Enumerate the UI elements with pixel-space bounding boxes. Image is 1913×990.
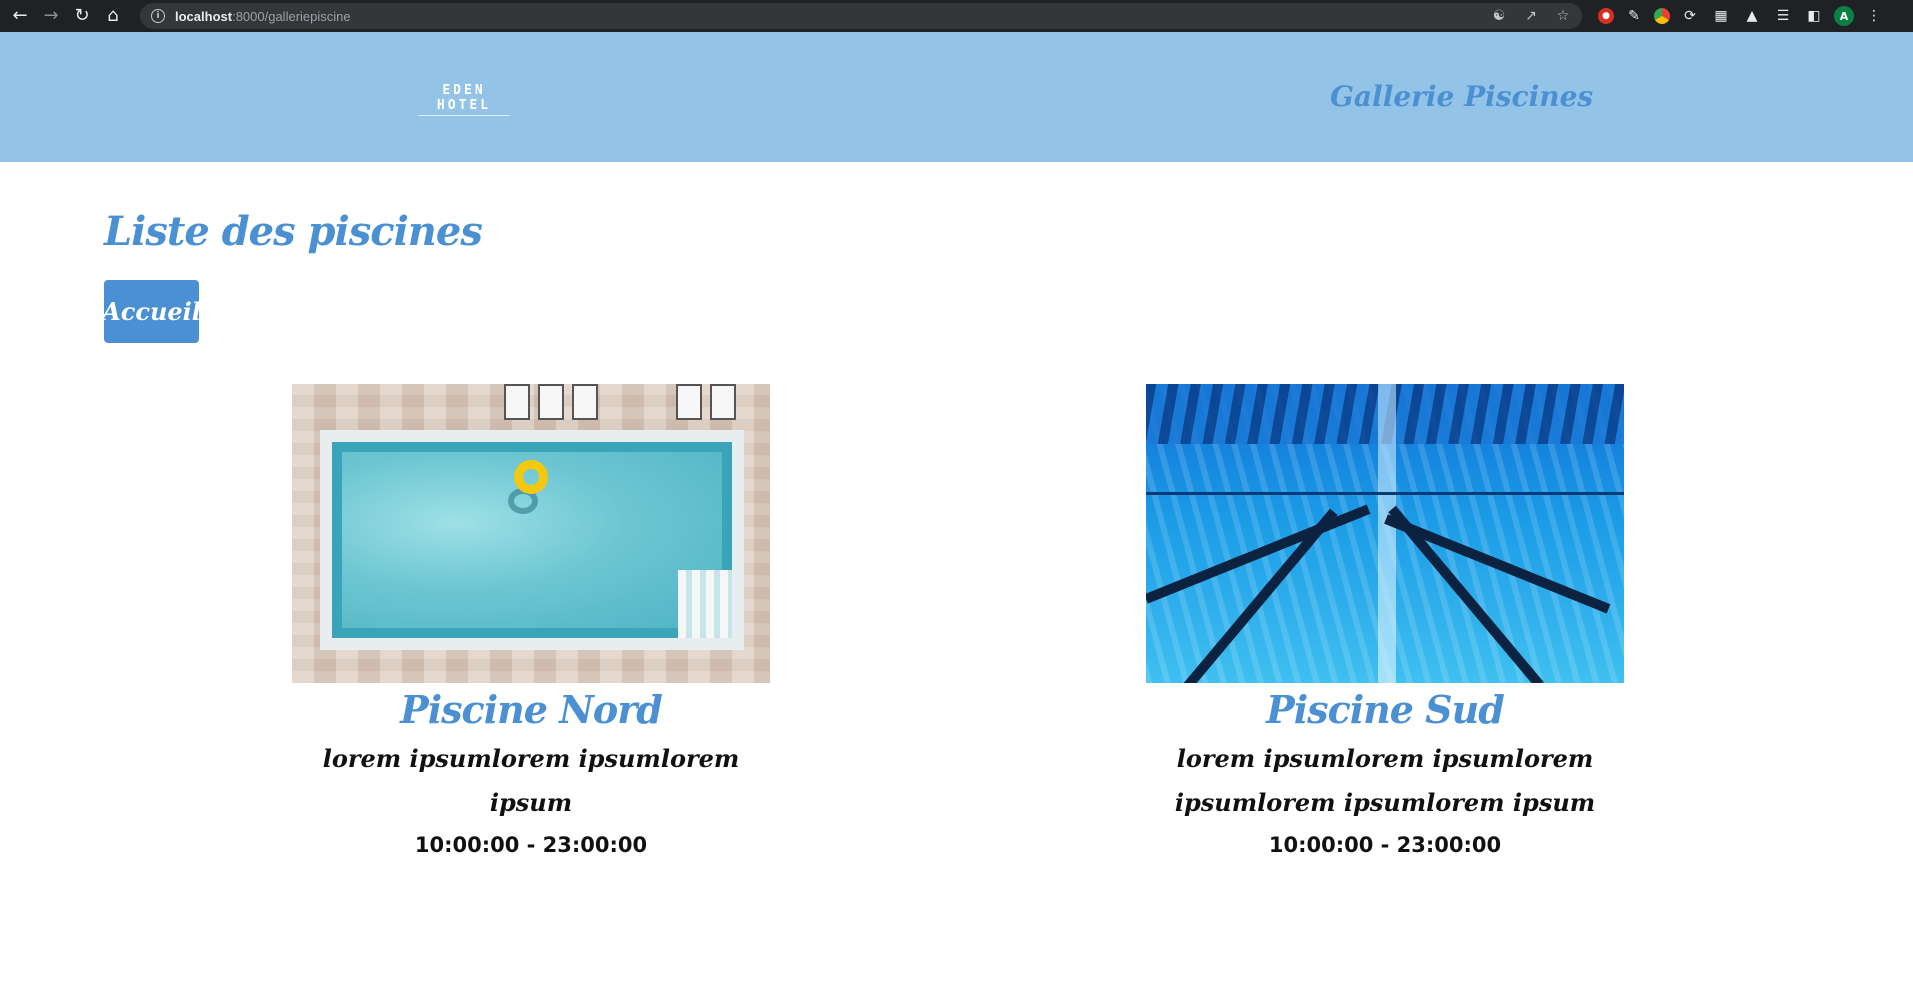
home-button[interactable]: Accueil — [102, 280, 201, 343]
bookmark-star-icon[interactable]: ☆ — [1554, 7, 1572, 25]
pool-hours: 10:00:00 - 23:00:00 — [1268, 833, 1502, 857]
url-host: localhost — [175, 8, 233, 24]
forward-icon[interactable]: → — [40, 5, 62, 27]
address-bar[interactable]: i localhost:8000/galleriepiscine ☯ ↗ ☆ — [140, 3, 1582, 29]
profile-avatar[interactable]: A — [1834, 6, 1854, 26]
header-title: Gallerie Piscines — [1330, 80, 1594, 113]
pool-name: Piscine Nord — [400, 687, 663, 732]
pool-hours: 10:00:00 - 23:00:00 — [414, 833, 648, 857]
pool-photo — [292, 384, 770, 683]
pool-name: Piscine Sud — [1266, 687, 1505, 732]
url-path: :8000/galleriepiscine — [232, 8, 351, 24]
side-panel-icon[interactable]: ◧ — [1803, 5, 1825, 27]
extension-red-icon[interactable]: ● — [1598, 8, 1614, 24]
page-title: Liste des piscines — [104, 208, 483, 255]
sync-extension-icon[interactable]: ⟳ — [1679, 5, 1701, 27]
pool-card: Piscine Nord lorem ipsumlorem ipsumlorem… — [292, 384, 770, 865]
browser-toolbar: ← → ↻ ⌂ i localhost:8000/galleriepiscine… — [0, 0, 1913, 32]
labs-flask-icon[interactable]: ▲ — [1741, 5, 1763, 27]
share-icon[interactable]: ↗ — [1522, 7, 1540, 25]
pool-card: Piscine Sud lorem ipsumlorem ipsumlorem … — [1146, 384, 1624, 865]
site-info-icon[interactable]: i — [151, 9, 165, 23]
pool-description: lorem ipsumlorem ipsumlorem ipsum — [322, 744, 740, 817]
pool-photo — [1146, 384, 1624, 683]
pool-description: lorem ipsumlorem ipsumlorem ipsumlorem i… — [1174, 744, 1596, 817]
hotel-logo[interactable]: EDEN HOTEL — [418, 83, 510, 116]
pen-extension-icon[interactable]: ✎ — [1623, 5, 1645, 27]
reload-icon[interactable]: ↻ — [71, 5, 93, 27]
translate-icon[interactable]: ☯ — [1490, 7, 1508, 25]
back-icon[interactable]: ← — [9, 5, 31, 27]
site-header — [0, 32, 1913, 162]
home-icon[interactable]: ⌂ — [102, 5, 124, 27]
chrome-extension-icon[interactable] — [1654, 8, 1670, 24]
url-text[interactable]: localhost:8000/galleriepiscine — [175, 9, 351, 24]
menu-kebab-icon[interactable]: ⋮ — [1863, 5, 1885, 27]
extensions-puzzle-icon[interactable]: ▦ — [1710, 5, 1732, 27]
reading-list-icon[interactable]: ☰ — [1772, 5, 1794, 27]
